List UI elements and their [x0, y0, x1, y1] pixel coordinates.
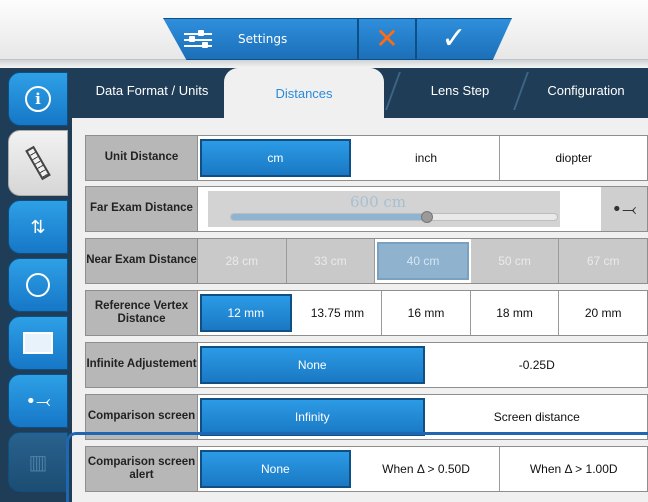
nav-import[interactable]: ⇅	[8, 200, 68, 254]
slider-thumb[interactable]	[420, 211, 433, 223]
monitor-icon	[23, 332, 53, 354]
info-icon: i	[25, 86, 51, 112]
settings-button[interactable]: Settings	[163, 18, 358, 60]
option-12mm[interactable]: 12 mm	[200, 294, 292, 332]
check-icon: ✓	[441, 21, 467, 56]
option-33cm[interactable]: 33 cm	[286, 239, 376, 283]
far-exam-slider[interactable]	[230, 211, 558, 223]
tab-lens-step[interactable]: Lens Step	[390, 68, 530, 112]
left-nav-rail: i ⇅ •⤙ ▥	[0, 68, 72, 502]
usb-button[interactable]: •⤙	[601, 187, 647, 231]
nav-info[interactable]: i	[8, 72, 68, 126]
close-icon: ✕	[375, 22, 399, 55]
network-globe-icon	[26, 273, 50, 297]
option-20mm[interactable]: 20 mm	[559, 291, 647, 335]
sliders-icon	[184, 30, 212, 48]
option-40cm[interactable]: 40 cm	[377, 242, 469, 280]
option-none[interactable]: None	[200, 346, 425, 384]
chart-icon: ▥	[28, 450, 48, 474]
option-18mm[interactable]: 18 mm	[470, 291, 560, 335]
tray-download-icon: ⇅	[30, 216, 46, 238]
option-inch[interactable]: inch	[352, 136, 501, 180]
cancel-button[interactable]: ✕	[358, 18, 416, 60]
option-infinity[interactable]: Infinity	[200, 398, 425, 436]
nav-distances[interactable]	[8, 130, 68, 196]
infinite-adjustement-row: Infinite Adjustement None -0.25D	[85, 342, 648, 388]
nav-display[interactable]	[8, 316, 68, 370]
unit-distance-label: Unit Distance	[86, 136, 198, 180]
near-exam-distance-label: Near Exam Distance	[86, 239, 198, 283]
tab-configuration[interactable]: Configuration	[524, 68, 648, 112]
far-exam-value: 600 cm	[349, 193, 407, 211]
option-diopter[interactable]: diopter	[500, 136, 648, 180]
usb-icon: •⤙	[25, 390, 51, 412]
option-13-75mm[interactable]: 13.75 mm	[293, 291, 383, 335]
toolbar-shadow	[0, 60, 648, 68]
option-cm[interactable]: cm	[200, 139, 351, 177]
far-exam-slider-area: 600 cm •⤙	[198, 187, 647, 231]
selection-highlight	[66, 432, 648, 502]
settings-label: Settings	[238, 32, 288, 46]
usb-icon: •⤙	[611, 198, 637, 220]
far-exam-distance-label: Far Exam Distance	[86, 187, 198, 231]
nav-usb[interactable]: •⤙	[8, 374, 68, 428]
reference-vertex-distance-label: Reference Vertex Distance	[86, 291, 198, 335]
ruler-icon	[25, 145, 51, 181]
option-28cm[interactable]: 28 cm	[198, 239, 287, 283]
slider-fill	[231, 214, 427, 220]
option-minus-0-25d[interactable]: -0.25D	[426, 343, 647, 387]
tab-distances[interactable]: Distances	[224, 68, 384, 118]
infinite-adjustement-label: Infinite Adjustement	[86, 343, 198, 387]
option-50cm[interactable]: 50 cm	[470, 239, 560, 283]
far-exam-distance-row: Far Exam Distance 600 cm •⤙	[85, 186, 648, 232]
option-16mm[interactable]: 16 mm	[382, 291, 471, 335]
nav-statistics[interactable]: ▥	[8, 432, 68, 492]
tab-bar: Data Format / Units Distances Lens Step …	[72, 68, 648, 118]
near-exam-distance-row: Near Exam Distance 28 cm 33 cm 40 cm 50 …	[85, 238, 648, 284]
option-67cm[interactable]: 67 cm	[559, 239, 647, 283]
tab-data-format-units[interactable]: Data Format / Units	[82, 68, 222, 112]
reference-vertex-distance-row: Reference Vertex Distance 12 mm 13.75 mm…	[85, 290, 648, 336]
top-toolbar: Settings ✕ ✓	[0, 0, 648, 68]
nav-network[interactable]	[8, 258, 68, 312]
unit-distance-row: Unit Distance cm inch diopter	[85, 135, 648, 181]
